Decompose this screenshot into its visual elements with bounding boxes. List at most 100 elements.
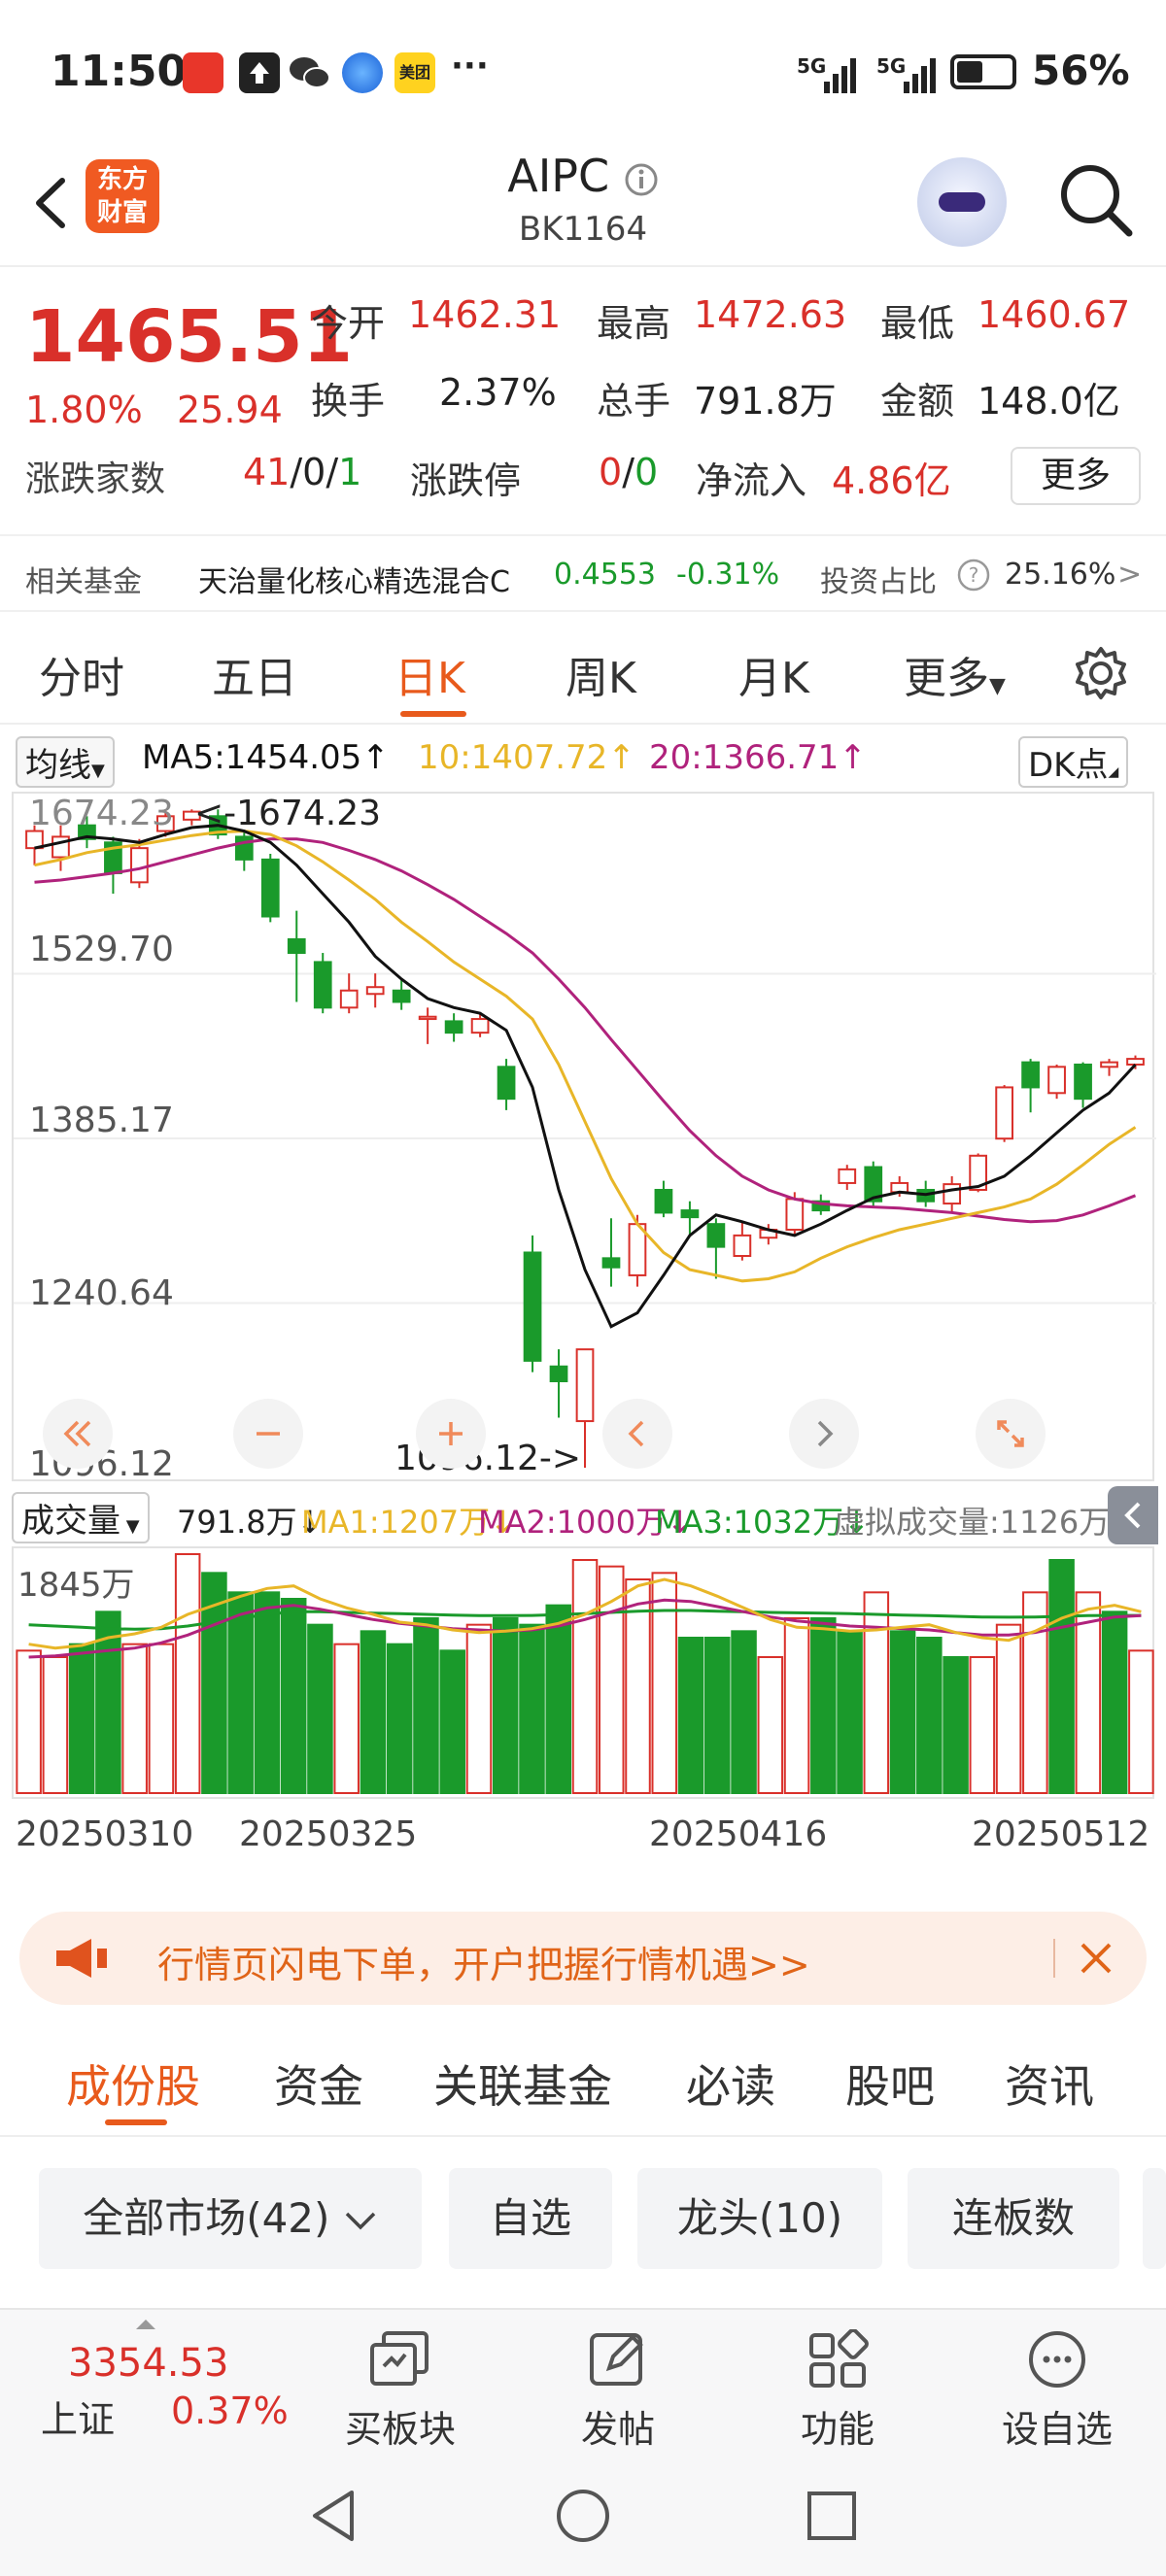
amount-label: 金额 <box>880 380 955 423</box>
index-name: 上证 <box>41 2398 116 2441</box>
tab-news[interactable]: 资讯 <box>1005 2051 1094 2116</box>
filter-all-markets-label: 全部市场(42) <box>83 2194 330 2242</box>
zoom-in-button[interactable] <box>416 1399 486 1469</box>
svg-text:?: ? <box>969 563 979 587</box>
tab-forum[interactable]: 股吧 <box>845 2051 935 2116</box>
candle-body <box>680 1209 700 1219</box>
low-label: 最低 <box>880 302 955 345</box>
battery-percent: 56% <box>1032 47 1130 94</box>
collapse-panel-button[interactable] <box>1108 1486 1158 1544</box>
max-price-marker: <-1674.23 <box>194 794 382 833</box>
volume-bar <box>148 1643 175 1794</box>
chevron-down-icon <box>345 2212 376 2229</box>
volume-bar <box>545 1604 572 1794</box>
megaphone-icon <box>56 1939 107 1978</box>
signal-5g-1: 5G <box>797 54 827 78</box>
more-button[interactable]: 更多 <box>1011 447 1141 505</box>
candle-body <box>1021 1061 1040 1089</box>
fullscreen-button[interactable] <box>976 1399 1046 1469</box>
volume-chart[interactable]: 1845万 <box>12 1546 1154 1799</box>
tab-intraday[interactable]: 分时 <box>39 643 124 705</box>
tab-related-funds[interactable]: 关联基金 <box>433 2051 612 2116</box>
help-icon[interactable]: ? <box>956 558 991 593</box>
tab-daily-k[interactable]: 日K <box>394 643 465 705</box>
volume-bar <box>757 1656 784 1794</box>
dk-point-dropdown[interactable]: DK点◢ <box>1018 736 1129 788</box>
candle-body <box>313 961 332 1009</box>
volume-bar <box>995 1623 1022 1794</box>
wechat-icon <box>288 52 330 93</box>
more-circle-icon <box>1029 2331 1085 2388</box>
candle-body <box>130 847 149 884</box>
change-value: 25.94 <box>177 389 283 431</box>
fund-change: -0.31% <box>676 558 780 592</box>
ma-dropdown[interactable]: 均线▼ <box>16 736 115 788</box>
candle-body <box>549 1365 568 1383</box>
ma-dropdown-label: 均线 <box>25 746 91 785</box>
fund-name: 天治量化核心精选混合C <box>198 565 510 599</box>
index-ticker[interactable]: 3354.53 上证 0.37% <box>0 2310 292 2456</box>
gear-icon[interactable] <box>1073 645 1129 701</box>
filter-watchlist[interactable]: 自选 <box>449 2168 612 2269</box>
tab-five-day[interactable]: 五日 <box>212 643 297 705</box>
caret-down-icon: ▼ <box>989 674 1006 698</box>
title-text: AIPC <box>507 150 610 202</box>
close-icon[interactable] <box>1071 1933 1121 1983</box>
related-fund-row[interactable]: 相关基金 天治量化核心精选混合C 0.4553 -0.31% 投资占比 ? 25… <box>0 534 1166 612</box>
nav-post[interactable]: 发帖 <box>550 2329 686 2453</box>
system-home-icon[interactable] <box>554 2487 612 2545</box>
promo-banner[interactable]: 行情页闪电下单，开户把握行情机遇>> <box>19 1912 1147 2005</box>
meituan-icon: 美团 <box>394 52 435 93</box>
candle-body <box>706 1223 726 1248</box>
filter-next-partial[interactable] <box>1143 2168 1166 2269</box>
detail-tabs: 成份股 资金 关联基金 必读 股吧 资讯 <box>0 2022 1166 2137</box>
signal-5g-2: 5G <box>876 54 907 78</box>
up-count: 41 <box>243 451 291 493</box>
scroll-left-fast-button[interactable] <box>43 1399 113 1469</box>
ma5-value: MA5:1454.05↑ <box>142 738 390 777</box>
chevron-left-icon <box>1124 1502 1141 1529</box>
tab-constituents[interactable]: 成份股 <box>66 2051 200 2116</box>
volume-bar <box>863 1591 890 1795</box>
robot-avatar-icon[interactable] <box>917 157 1007 247</box>
filter-consecutive-limit[interactable]: 连板数 <box>908 2168 1119 2269</box>
dk-label: DK点 <box>1028 746 1109 785</box>
candle-body <box>339 989 359 1009</box>
candle-body <box>1100 1061 1118 1068</box>
candlestick-chart[interactable]: 1674.23 1529.70 1385.17 1240.64 1096.12 … <box>12 792 1156 1484</box>
volume-bar <box>704 1637 731 1794</box>
date-axis-label: 20250416 <box>649 1814 828 1854</box>
tab-funds-flow[interactable]: 资金 <box>274 2051 363 2116</box>
volume-bar <box>943 1656 969 1794</box>
grid-icon <box>809 2329 869 2388</box>
volume-bar <box>121 1643 148 1794</box>
volume-dropdown-label: 成交量 <box>21 1502 120 1541</box>
search-icon[interactable] <box>1055 159 1135 239</box>
nav-buy-sector[interactable]: 买板块 <box>332 2329 468 2453</box>
tab-more[interactable]: 更多▼ <box>904 643 1006 705</box>
volume-bar <box>439 1649 465 1795</box>
nav-functions[interactable]: 功能 <box>770 2329 906 2453</box>
tab-monthly-k[interactable]: 月K <box>738 643 809 705</box>
nav-add-watchlist[interactable]: 设自选 <box>989 2329 1125 2453</box>
volume-bar <box>731 1630 757 1795</box>
volume-bar <box>68 1643 95 1794</box>
info-icon[interactable] <box>624 162 659 197</box>
scroll-left-button[interactable] <box>602 1399 672 1469</box>
volume-dropdown[interactable]: 成交量 ▼ <box>12 1492 150 1543</box>
tab-weekly-k[interactable]: 周K <box>566 643 636 705</box>
tab-must-read[interactable]: 必读 <box>686 2051 775 2116</box>
filter-leaders[interactable]: 龙头(10) <box>637 2168 882 2269</box>
candle-body <box>733 1234 752 1258</box>
volume-bar <box>227 1591 254 1795</box>
ma10-line <box>34 830 1137 1283</box>
system-recents-icon[interactable] <box>805 2489 859 2543</box>
candle-body <box>523 1251 542 1362</box>
system-back-icon[interactable] <box>307 2487 361 2545</box>
scroll-right-button[interactable] <box>789 1399 859 1469</box>
updown-counts: 41/0/1 <box>243 451 362 493</box>
filter-all-markets[interactable]: 全部市场(42) <box>39 2168 422 2269</box>
active-tab-indicator <box>105 2119 167 2125</box>
caret-down-icon: ▼ <box>91 761 105 781</box>
zoom-out-button[interactable] <box>233 1399 303 1469</box>
